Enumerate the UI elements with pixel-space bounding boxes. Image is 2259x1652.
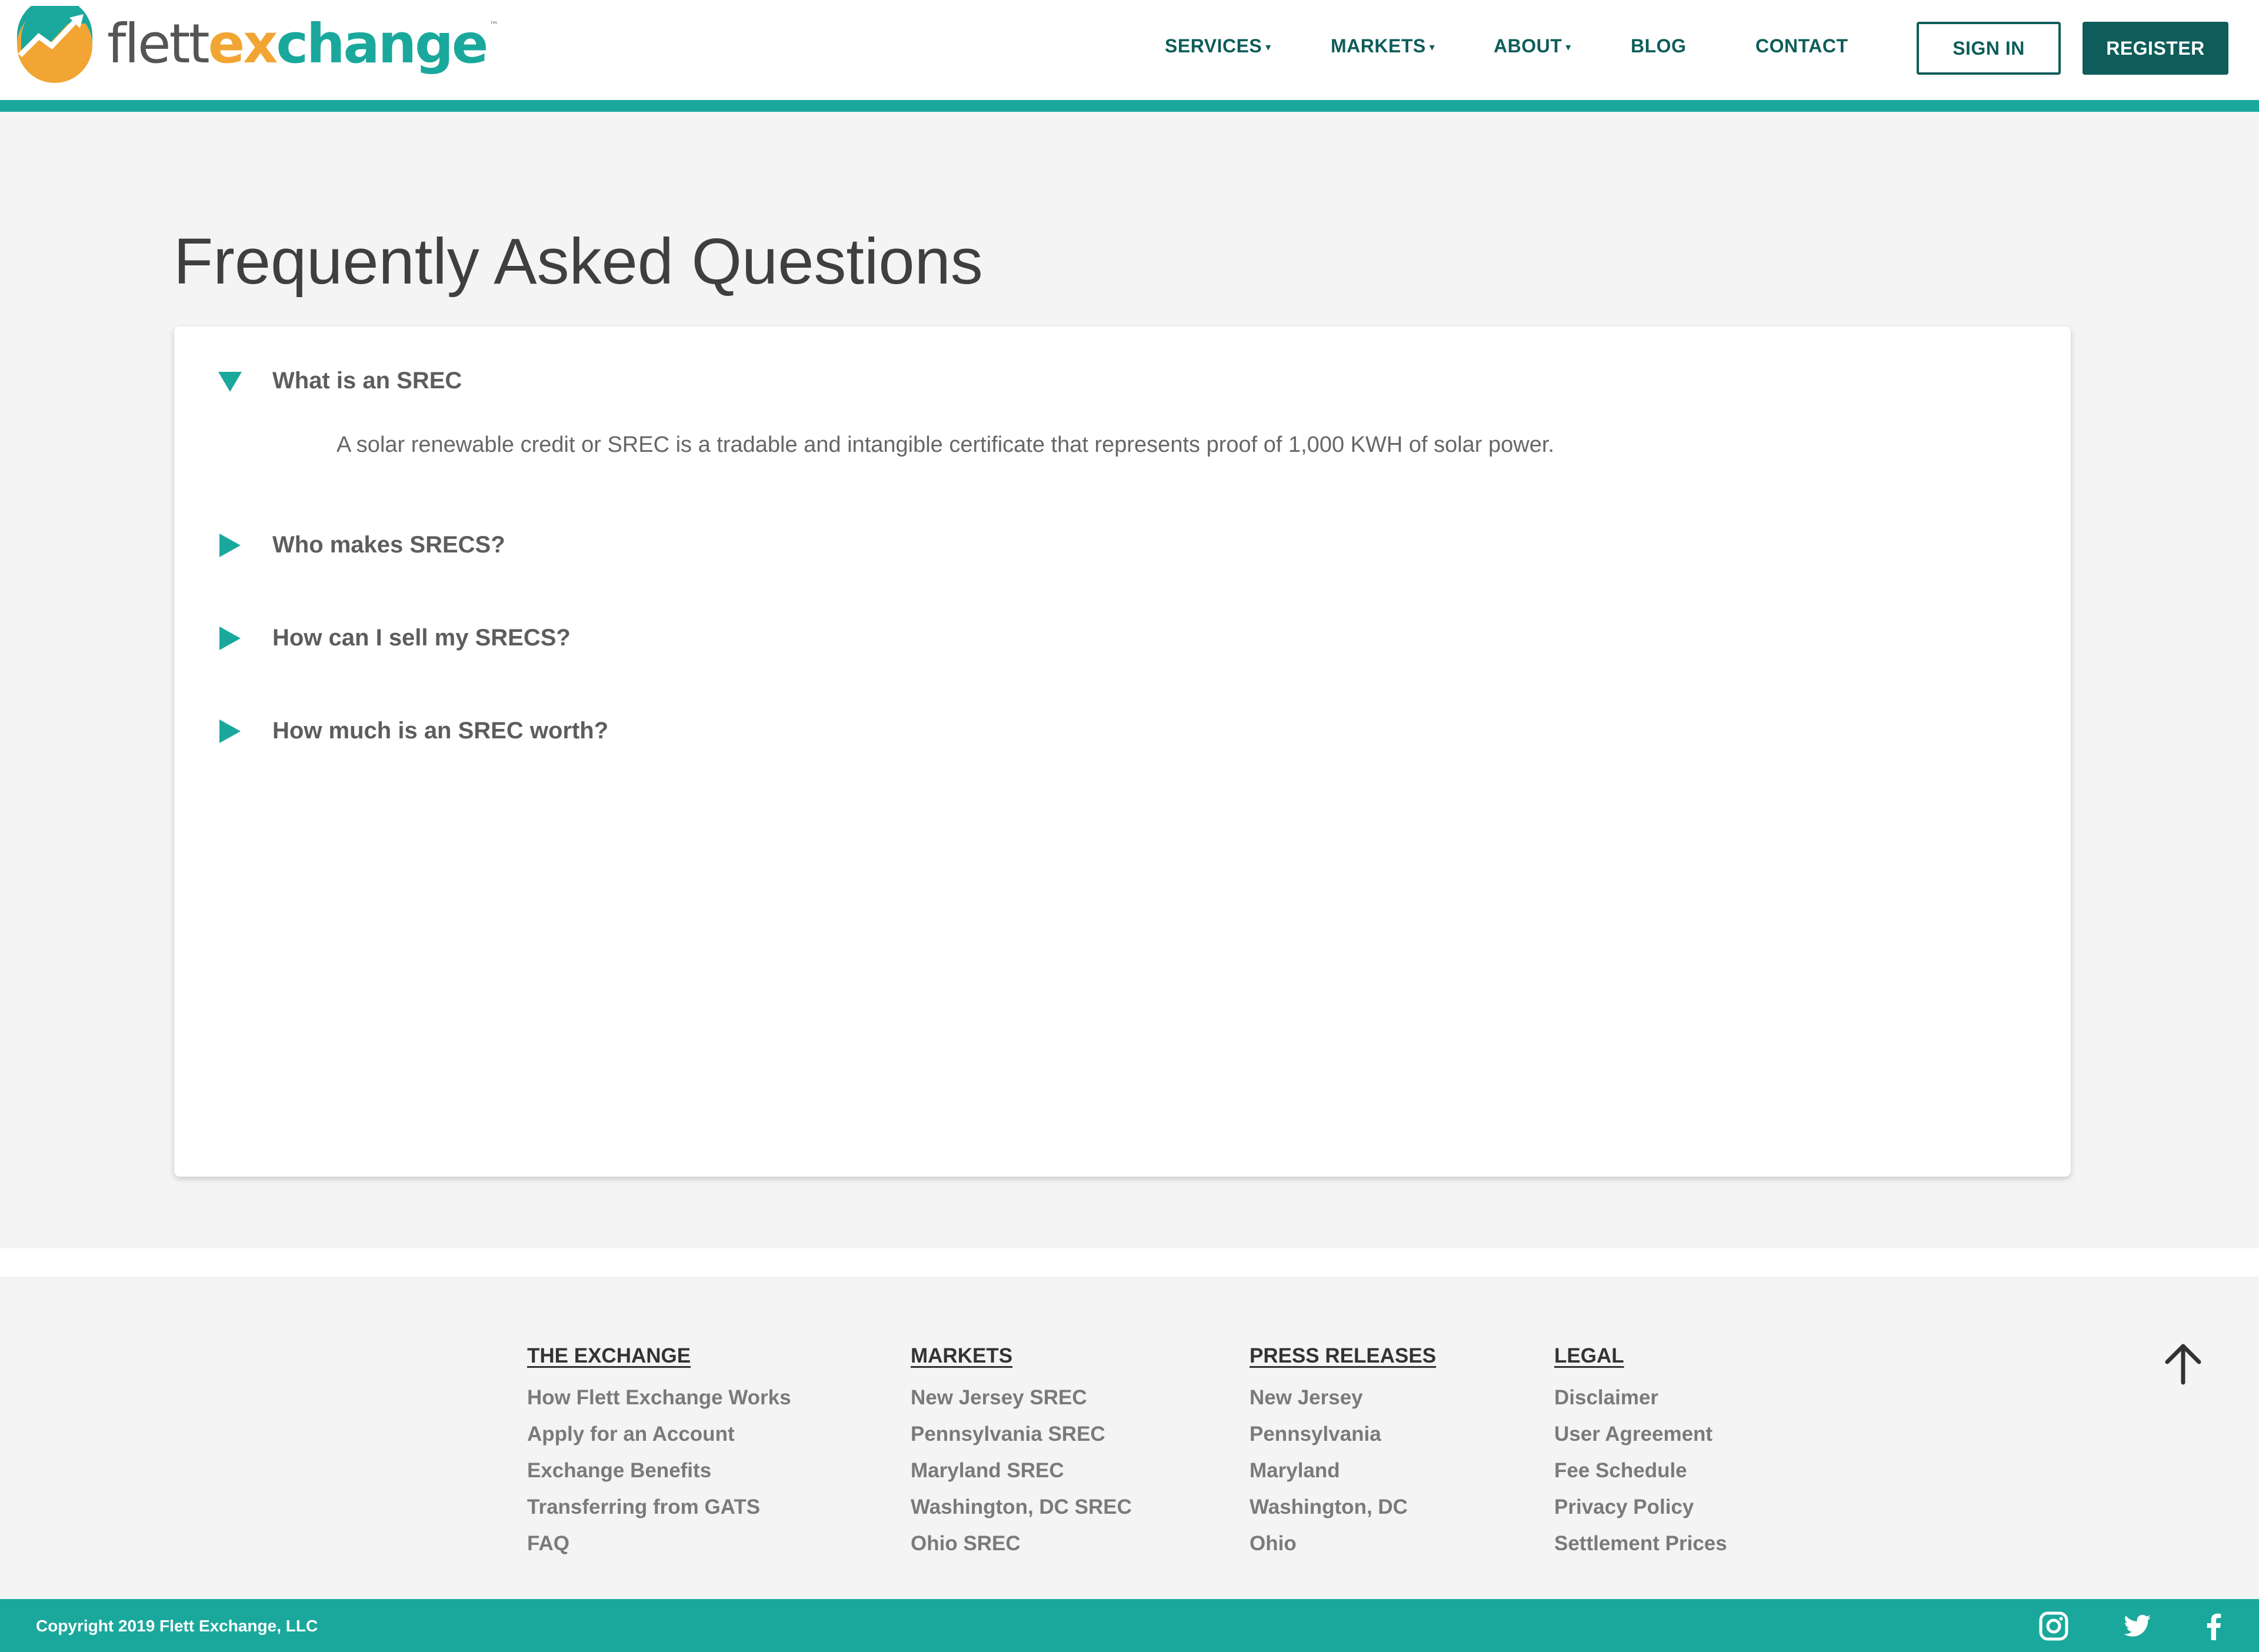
nav-services-label: SERVICES	[1165, 35, 1262, 56]
triangle-right-icon	[219, 719, 241, 743]
site-footer: THE EXCHANGE How Flett Exchange Works Ap…	[0, 1277, 2259, 1599]
faq-question: What is an SREC	[272, 368, 462, 394]
nav-markets-label: MARKETS	[1331, 35, 1426, 56]
footer-link[interactable]: Washington, DC SREC	[911, 1489, 1132, 1526]
faq-item-who-makes[interactable]: Who makes SRECS?	[218, 532, 505, 558]
arrow-up-icon[interactable]	[2163, 1341, 2204, 1385]
faq-question: Who makes SRECS?	[272, 532, 505, 558]
copyright-bar: Copyright 2019 Flett Exchange, LLC	[0, 1599, 2259, 1652]
footer-link[interactable]: FAQ	[527, 1526, 791, 1562]
logo-trademark: ™	[489, 19, 499, 31]
footer-column-press: PRESS RELEASES New Jersey Pennsylvania M…	[1250, 1344, 1436, 1562]
site-header: flettexchange ™ SERVICES ▾ MARKETS ▾ ABOUT ▾…	[0, 0, 2259, 100]
footer-link[interactable]: User Agreement	[1554, 1416, 1727, 1453]
faq-question: How much is an SREC worth?	[272, 718, 609, 744]
triangle-down-icon	[218, 371, 242, 392]
footer-link[interactable]: Settlement Prices	[1554, 1526, 1727, 1562]
logo[interactable]: flettexchange ™	[15, 6, 498, 84]
footer-heading: LEGAL	[1554, 1344, 1624, 1367]
page-title: Frequently Asked Questions	[174, 225, 983, 298]
footer-heading: MARKETS	[911, 1344, 1013, 1367]
nav-markets[interactable]: MARKETS ▾	[1331, 35, 1435, 57]
register-button[interactable]: REGISTER	[2083, 22, 2228, 75]
chevron-down-icon: ▾	[1565, 41, 1571, 53]
twitter-icon[interactable]	[2123, 1611, 2153, 1641]
triangle-right-icon	[219, 533, 241, 557]
facebook-icon[interactable]	[2199, 1611, 2230, 1641]
logo-text-ex: ex	[208, 12, 278, 75]
footer-link[interactable]: Ohio SREC	[911, 1526, 1132, 1562]
footer-link[interactable]: Privacy Policy	[1554, 1489, 1727, 1526]
footer-heading: THE EXCHANGE	[527, 1344, 691, 1367]
footer-link[interactable]: How Flett Exchange Works	[527, 1380, 791, 1416]
faq-card: What is an SREC A solar renewable credit…	[174, 327, 2071, 1177]
nav-contact-label: CONTACT	[1755, 35, 1848, 56]
nav-contact[interactable]: CONTACT	[1755, 35, 1848, 57]
footer-link[interactable]: Maryland	[1250, 1453, 1436, 1489]
nav-about[interactable]: ABOUT ▾	[1494, 35, 1571, 57]
footer-link[interactable]: New Jersey	[1250, 1380, 1436, 1416]
footer-column-exchange: THE EXCHANGE How Flett Exchange Works Ap…	[527, 1344, 791, 1562]
faq-item-how-much[interactable]: How much is an SREC worth?	[218, 718, 608, 744]
footer-column-legal: LEGAL Disclaimer User Agreement Fee Sche…	[1554, 1344, 1727, 1562]
faq-answer: A solar renewable credit or SREC is a tr…	[336, 432, 1554, 457]
chevron-down-icon: ▾	[1429, 41, 1435, 53]
footer-link[interactable]: Ohio	[1250, 1526, 1436, 1562]
copyright-text: Copyright 2019 Flett Exchange, LLC	[36, 1617, 318, 1635]
instagram-icon[interactable]	[2038, 1611, 2069, 1641]
nav-blog-label: BLOG	[1631, 35, 1687, 56]
footer-link[interactable]: Apply for an Account	[527, 1416, 791, 1453]
footer-link[interactable]: Pennsylvania SREC	[911, 1416, 1132, 1453]
footer-link[interactable]: Pennsylvania	[1250, 1416, 1436, 1453]
logo-mark-icon	[17, 6, 92, 83]
footer-separator	[0, 1248, 2259, 1277]
footer-column-markets: MARKETS New Jersey SREC Pennsylvania SRE…	[911, 1344, 1132, 1562]
nav-about-label: ABOUT	[1494, 35, 1562, 56]
logo-text-flett: flett	[107, 12, 210, 75]
footer-heading: PRESS RELEASES	[1250, 1344, 1437, 1367]
logo-text-change: change	[276, 12, 488, 75]
faq-question: How can I sell my SRECS?	[272, 625, 571, 651]
nav-blog[interactable]: BLOG	[1631, 35, 1686, 57]
footer-link[interactable]: New Jersey SREC	[911, 1380, 1132, 1416]
faq-item-what-is-srec[interactable]: What is an SREC	[218, 368, 462, 394]
chevron-down-icon: ▾	[1265, 41, 1271, 53]
nav-services[interactable]: SERVICES ▾	[1165, 35, 1271, 57]
footer-link[interactable]: Maryland SREC	[911, 1453, 1132, 1489]
footer-link[interactable]: Exchange Benefits	[527, 1453, 791, 1489]
triangle-right-icon	[219, 626, 241, 650]
sign-in-button[interactable]: SIGN IN	[1917, 22, 2061, 75]
footer-link[interactable]: Washington, DC	[1250, 1489, 1436, 1526]
footer-link[interactable]: Fee Schedule	[1554, 1453, 1727, 1489]
header-accent-bar	[0, 100, 2259, 112]
footer-link[interactable]: Disclaimer	[1554, 1380, 1727, 1416]
footer-link[interactable]: Transferring from GATS	[527, 1489, 791, 1526]
faq-item-how-sell[interactable]: How can I sell my SRECS?	[218, 625, 571, 651]
logo-wordmark: flettexchange ™	[107, 17, 498, 71]
